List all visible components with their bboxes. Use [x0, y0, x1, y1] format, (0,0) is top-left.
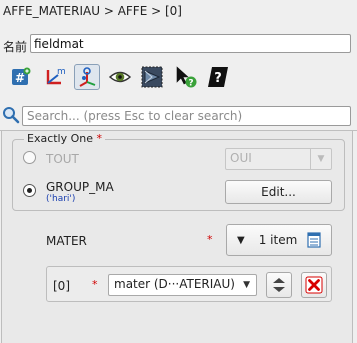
- tout-label: TOUT: [46, 152, 79, 166]
- mater-items-button[interactable]: ▼ 1 item: [226, 224, 332, 256]
- show-axes-button[interactable]: m: [42, 64, 68, 90]
- remove-entry-button[interactable]: [301, 272, 327, 298]
- view-3d-button[interactable]: [139, 64, 165, 90]
- tout-radio[interactable]: [23, 151, 36, 164]
- group-ma-radio[interactable]: [23, 184, 36, 197]
- tout-value-select: OUI ▼: [225, 148, 332, 170]
- search-icon: [2, 106, 20, 124]
- add-parameter-icon: #: [12, 67, 31, 85]
- group-ma-label: GROUP_MA: [46, 180, 114, 194]
- mater-count: 1 item: [258, 233, 298, 247]
- list-table-icon: [307, 232, 321, 248]
- docs-button[interactable]: ?: [205, 64, 231, 90]
- name-label: 名前: [3, 40, 28, 54]
- edit-button[interactable]: Edit...: [225, 180, 332, 204]
- group-ma-value: ('hari'): [46, 194, 76, 204]
- svg-text:?: ?: [214, 71, 222, 86]
- mater-label: MATER: [46, 234, 87, 248]
- mater-select-value: mater (D···ATERIAU): [114, 277, 235, 291]
- show-axes-icon: m: [46, 67, 66, 85]
- mater-required-mark: *: [207, 233, 213, 246]
- search-input[interactable]: [22, 106, 351, 126]
- select-active-button[interactable]: [74, 64, 100, 90]
- tout-value: OUI: [230, 151, 252, 165]
- view-3d-icon: [141, 66, 163, 88]
- entry-required-mark: *: [92, 278, 98, 291]
- reorder-button[interactable]: [266, 272, 292, 298]
- breadcrumb: AFFE_MATERIAU > AFFE > [0]: [3, 4, 182, 18]
- select-active-icon: [79, 67, 96, 87]
- close-icon: [305, 276, 323, 294]
- svg-text:m: m: [57, 67, 66, 77]
- required-mark: *: [96, 132, 103, 145]
- mater-select[interactable]: mater (D···ATERIAU) ▼: [108, 274, 257, 296]
- exactly-one-title: Exactly One *: [24, 132, 106, 145]
- eye-button[interactable]: [107, 64, 133, 90]
- chevron-down-icon: ▼: [243, 280, 250, 290]
- svg-text:?: ?: [188, 79, 193, 89]
- eye-icon: [108, 71, 132, 83]
- exactly-one-label: Exactly One: [27, 132, 94, 145]
- entry-index: [0]: [53, 279, 70, 293]
- add-parameter-button[interactable]: #: [8, 64, 34, 90]
- up-down-arrows-icon: [273, 278, 285, 292]
- caret-down-icon: ▼: [237, 234, 245, 246]
- name-field[interactable]: [30, 34, 351, 53]
- cursor-help-icon: ?: [176, 66, 197, 89]
- svg-text:#: #: [15, 71, 25, 85]
- chevron-down-icon: ▼: [310, 149, 331, 169]
- cursor-help-button[interactable]: ?: [173, 64, 199, 90]
- docs-icon: ?: [208, 67, 228, 87]
